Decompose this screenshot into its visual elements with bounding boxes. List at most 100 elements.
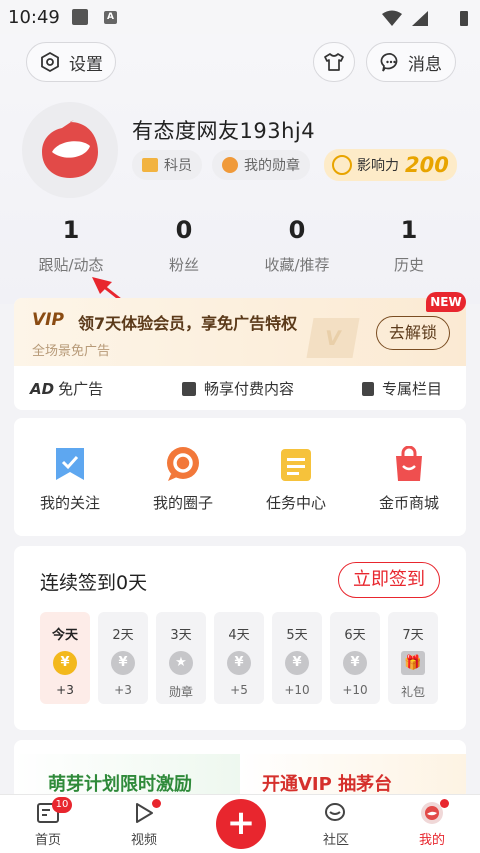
coin-icon: ★ [169,651,193,675]
vip-card[interactable]: VIP 领7天体验会员，享免广告特权 全场景免广告 V 去解锁 AD 免广告 畅享… [14,298,466,410]
new-badge: NEW [426,292,466,312]
status-time: 10:49 [8,7,60,28]
checkin-day: 2天 ¥ +3 [98,612,148,704]
column-icon [362,381,374,396]
feature-grid: 我的关注 我的圈子 任务中心 金币商城 [14,418,466,536]
promo-sprout[interactable]: 萌芽计划限时激励 [48,770,192,796]
hexagon-gear-icon [41,51,59,73]
influence-badge[interactable]: 影响力 200 [324,149,457,181]
notification-square-icon [72,9,88,25]
influence-icon [332,155,352,175]
ad-icon: AD [30,379,55,398]
perk-label: 免广告 [58,380,104,398]
coin-icon: ¥ [53,651,77,675]
mine-dot [440,799,449,808]
vip-subtitle: 全场景免广告 [32,344,111,359]
avatar[interactable] [22,102,118,198]
messages-label: 消息 [408,54,442,75]
signal-icon [412,11,428,26]
perk-no-ads[interactable]: AD 免广告 [30,378,103,399]
checkin-day: 4天 ¥ +5 [214,612,264,704]
medal-icon [222,157,238,173]
checkin-day: 7天 🎁 礼包 [388,612,438,704]
coin-icon: ¥ [285,651,309,675]
stat-fans[interactable]: 0 粉丝 [129,216,239,275]
checkin-button[interactable]: 立即签到 [338,562,440,598]
checkin-day: 3天 ★ 勋章 [156,612,206,704]
checkin-days: 今天 ¥ +3 2天 ¥ +3 3天 ★ 勋章 4天 ¥ +5 5天 ¥ +10 6天 ¥ +10 7天 🎁 礼包 [40,612,440,704]
stat-label: 历史 [393,256,424,274]
perk-label: 专属栏目 [382,380,443,398]
home-badge: 10 [52,797,72,813]
promo-card: 萌芽计划限时激励 开通VIP 抽茅台 [14,740,466,800]
nav-label: 视频 [130,833,157,848]
grid-item-circles[interactable]: 我的圈子 [127,446,239,513]
day-label: 4天 [228,628,250,643]
day-reward: 勋章 [168,685,193,699]
publish-button[interactable]: + [216,799,266,849]
wifi-icon [382,10,402,26]
stat-comments[interactable]: 1 跟贴/动态 [16,216,126,275]
settings-button[interactable]: 设置 [26,42,116,82]
stat-label: 收藏/推荐 [264,256,330,274]
rank-label: 科员 [164,158,192,174]
stat-value: 1 [62,216,80,244]
day-label: 今天 [51,628,78,643]
theme-button[interactable] [313,42,355,82]
vip-unlock-button[interactable]: 去解锁 [376,316,450,350]
grid-item-following[interactable]: 我的关注 [14,446,126,513]
perk-paid-content[interactable]: 畅享付费内容 [182,378,294,399]
nav-community[interactable]: 社区 [296,801,376,848]
coin-icon: ¥ [343,651,367,675]
shopping-bag-icon [396,445,422,481]
video-dot [152,799,161,808]
nav-video[interactable]: 视频 [104,801,184,848]
perk-exclusive-column[interactable]: 专属栏目 [362,378,442,399]
grid-item-coin-mall[interactable]: 金币商城 [353,445,465,513]
coin-icon: 🎁 [401,651,425,675]
coin-icon: ¥ [227,651,251,675]
task-list-icon [281,449,311,481]
nav-label: 我的 [418,833,445,848]
grid-item-tasks[interactable]: 任务中心 [240,446,352,513]
system-status-icons [382,10,468,26]
checkin-title: 连续签到0天 [40,572,148,594]
stat-favorites[interactable]: 0 收藏/推荐 [242,216,352,275]
bookmark-icon [56,448,84,480]
medals-label: 我的勋章 [244,158,300,174]
day-label: 2天 [112,628,134,643]
settings-label: 设置 [69,54,103,75]
vip-watermark-icon: V [306,318,360,358]
bottom-nav: 首页 10 视频 + 社区 我的 [0,794,480,853]
keyboard-a-icon: A [104,11,117,24]
stat-history[interactable]: 1 历史 [354,216,464,275]
stat-value: 0 [175,216,193,244]
perk-label: 畅享付费内容 [204,380,295,398]
checkin-day: 5天 ¥ +10 [272,612,322,704]
promo-vip-lottery[interactable]: 开通VIP 抽茅台 [262,770,392,796]
day-label: 5天 [286,628,308,643]
messages-button[interactable]: 消息 [366,42,456,82]
community-chat-icon [325,803,345,821]
grid-label: 任务中心 [265,494,326,512]
checkin-day: 6天 ¥ +10 [330,612,380,704]
day-reward: +3 [114,683,132,697]
stat-value: 1 [400,216,418,244]
medals-badge[interactable]: 我的勋章 [212,150,310,180]
tshirt-icon [324,53,344,71]
stat-value: 0 [288,216,306,244]
rank-badge[interactable]: 科员 [132,150,202,180]
nav-mine[interactable]: 我的 [392,801,472,848]
nav-label: 社区 [322,833,349,848]
username: 有态度网友193hj4 [132,119,316,143]
day-reward: 礼包 [400,685,425,699]
rank-shield-icon [142,158,158,172]
grid-label: 我的圈子 [152,494,213,512]
battery-icon [460,11,468,26]
grid-label: 金币商城 [378,494,439,512]
day-reward: +10 [284,683,310,697]
day-reward: +5 [230,683,248,697]
nav-home[interactable]: 首页 [8,801,88,848]
grid-label: 我的关注 [39,494,100,512]
checkin-card: 连续签到0天 立即签到 今天 ¥ +3 2天 ¥ +3 3天 ★ 勋章 4天 ¥ +5 5天 ¥ +10 6天… [14,546,466,730]
